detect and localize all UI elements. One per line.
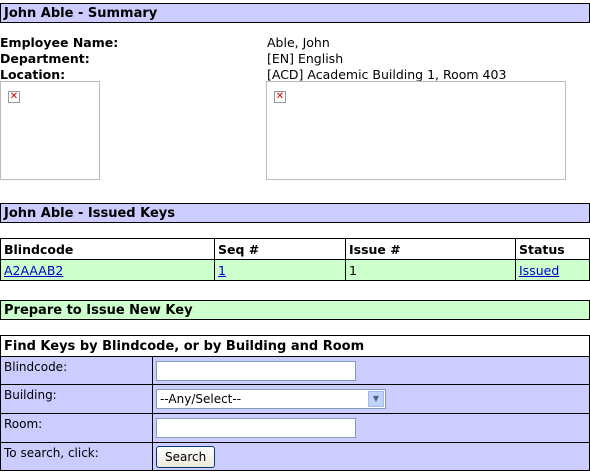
room-input[interactable] xyxy=(156,418,356,438)
blindcode-link[interactable]: A2AAAB2 xyxy=(4,263,63,278)
location-label: Location: xyxy=(0,67,66,82)
table-row: A2AAAB2 1 1 Issued xyxy=(0,259,590,281)
find-keys-title: Find Keys by Blindcode, or by Building a… xyxy=(0,335,590,356)
employee-name-value: Able, John xyxy=(267,35,330,50)
search-label: To search, click: xyxy=(0,442,153,471)
search-row: To search, click: Search xyxy=(0,442,590,471)
status-cell: Issued xyxy=(515,259,590,281)
summary-header: John Able - Summary xyxy=(0,3,590,23)
issued-keys-title: John Able - Issued Keys xyxy=(4,206,175,221)
building-label: Building: xyxy=(0,384,153,414)
prepare-header: Prepare to Issue New Key xyxy=(0,300,590,320)
find-keys-form: Blindcode: Building: --Any/Select-- ▼ Ro… xyxy=(0,356,590,471)
search-button[interactable]: Search xyxy=(156,445,216,468)
search-cell: Search xyxy=(152,442,590,471)
location-image: ✕ xyxy=(266,81,566,180)
seq-link[interactable]: 1 xyxy=(218,263,226,278)
chevron-down-icon[interactable]: ▼ xyxy=(368,391,384,407)
building-cell: --Any/Select-- ▼ xyxy=(152,384,590,414)
room-label: Room: xyxy=(0,413,153,443)
column-header-blindcode: Blindcode xyxy=(0,238,215,260)
building-selected-value: --Any/Select-- xyxy=(160,392,242,406)
blindcode-label: Blindcode: xyxy=(0,356,153,385)
department-label: Department: xyxy=(0,51,90,66)
blindcode-cell: A2AAAB2 xyxy=(0,259,215,281)
broken-image-icon: ✕ xyxy=(274,91,286,103)
status-link[interactable]: Issued xyxy=(519,263,559,278)
building-row: Building: --Any/Select-- ▼ xyxy=(0,384,590,414)
summary-title: John Able - Summary xyxy=(4,6,158,21)
blindcode-input[interactable] xyxy=(156,360,356,381)
room-row: Room: xyxy=(0,413,590,443)
issued-keys-table: Blindcode Seq # Issue # Status A2AAAB2 1… xyxy=(0,238,590,281)
building-select[interactable]: --Any/Select-- ▼ xyxy=(156,389,386,409)
column-header-issue: Issue # xyxy=(345,238,516,260)
employee-name-label: Employee Name: xyxy=(0,35,119,50)
blindcode-row: Blindcode: xyxy=(0,356,590,385)
prepare-title: Prepare to Issue New Key xyxy=(4,303,193,318)
department-value: [EN] English xyxy=(267,51,344,66)
employee-photo: ✕ xyxy=(0,81,100,180)
location-value: [ACD] Academic Building 1, Room 403 xyxy=(267,67,507,82)
issue-cell: 1 xyxy=(345,259,516,281)
column-header-seq: Seq # xyxy=(214,238,346,260)
blindcode-cell xyxy=(152,356,590,385)
seq-cell: 1 xyxy=(214,259,346,281)
issued-keys-header: John Able - Issued Keys xyxy=(0,203,590,223)
column-header-status: Status xyxy=(515,238,590,260)
room-cell xyxy=(152,413,590,443)
table-header-row: Blindcode Seq # Issue # Status xyxy=(0,238,590,260)
broken-image-icon: ✕ xyxy=(8,91,20,103)
